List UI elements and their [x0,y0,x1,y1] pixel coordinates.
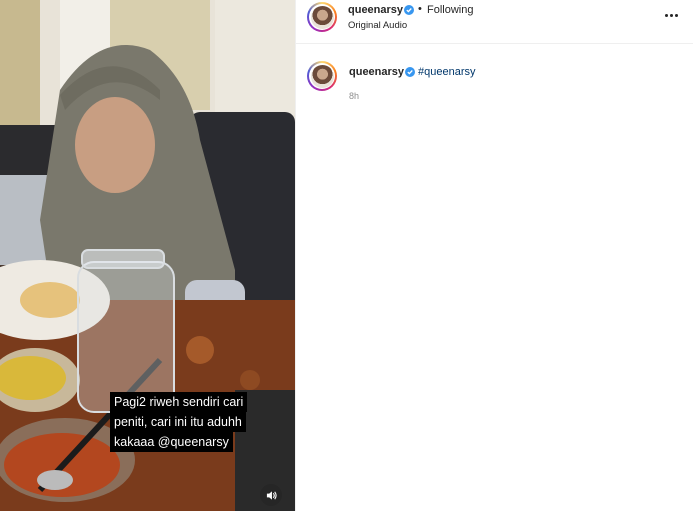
more-options-button[interactable] [661,8,681,22]
post-sidebar: queenarsy • Following Original Audio que… [295,0,693,511]
speaker-icon [266,490,277,500]
profile-picture [310,64,334,88]
mute-button[interactable] [260,484,282,506]
caption-line: Pagi2 riweh sendiri cari [110,392,248,412]
reel-video[interactable]: Pagi2 riweh sendiri cari peniti, cari in… [0,0,295,511]
avatar[interactable] [307,61,337,91]
post-header: queenarsy • Following Original Audio [296,0,693,44]
video-caption: Pagi2 riweh sendiri cari peniti, cari in… [110,392,270,452]
hashtag-link[interactable]: #queenarsy [418,66,476,78]
original-audio-link[interactable]: Original Audio [348,20,407,31]
more-horizontal-icon [664,13,678,17]
verified-badge-icon [405,67,415,77]
timestamp[interactable]: 8h [349,91,359,101]
username-link[interactable]: queenarsy [348,4,403,16]
verified-badge-icon [404,5,414,15]
caption-line: kakaaa @queenarsy [110,432,233,452]
separator-dot: • [418,3,422,15]
caption-line: peniti, cari ini itu aduhh [110,412,246,432]
profile-picture [310,5,334,29]
comment-username-link[interactable]: queenarsy [349,66,404,78]
following-button[interactable]: Following [427,4,473,16]
avatar[interactable] [307,2,337,32]
